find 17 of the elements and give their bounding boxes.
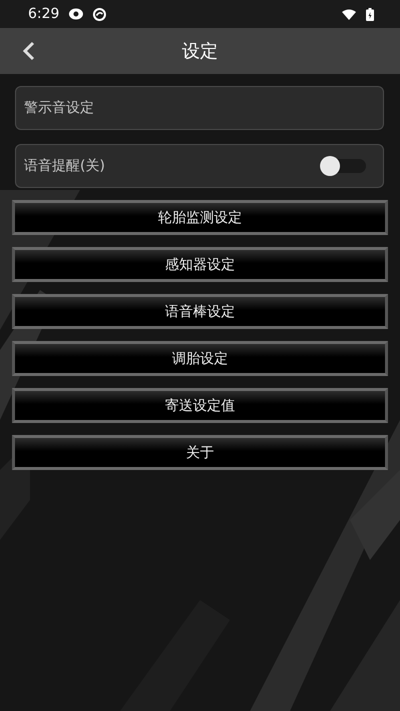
eye-icon [69,8,84,20]
settings-label: 语音提醒(关) [24,157,106,175]
menu-button[interactable]: 感知器设定 [12,247,388,282]
wifi-icon [342,8,356,20]
status-time: 6:29 [28,6,60,22]
settings-label: 警示音设定 [24,99,95,117]
toggle-switch[interactable] [320,156,366,176]
menu-button[interactable]: 调胎设定 [12,341,388,376]
battery-icon [366,8,374,20]
settings-item[interactable]: 语音提醒(关) [15,144,384,188]
menu-button[interactable]: 关于 [12,435,388,470]
circle-icon [93,8,106,20]
page-title: 设定 [182,40,218,63]
menu-button[interactable]: 语音棒设定 [12,294,388,329]
menu-button[interactable]: 轮胎监测设定 [12,200,388,235]
settings-item[interactable]: 警示音设定 [15,86,384,130]
menu-button[interactable]: 寄送设定值 [12,388,388,423]
